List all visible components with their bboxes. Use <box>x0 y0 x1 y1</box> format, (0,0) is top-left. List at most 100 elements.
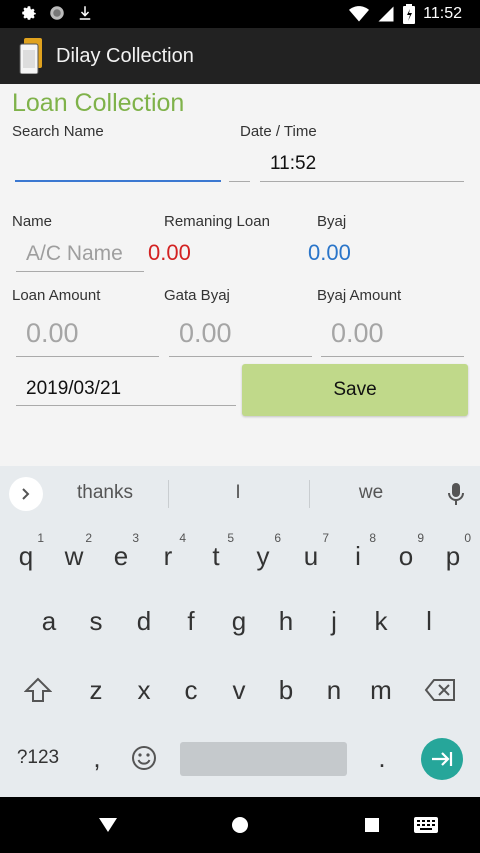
loan-amount-input[interactable]: 0.00 <box>16 312 159 357</box>
navigation-bar <box>0 797 480 853</box>
loan-collection-form: Loan Collection Search Name Date / Time … <box>0 84 480 466</box>
key-h[interactable]: h <box>262 593 310 649</box>
status-time: 11:52 <box>423 5 462 22</box>
key-i[interactable]: i8 <box>334 528 382 584</box>
app-logo-icon <box>19 38 42 74</box>
key-m[interactable]: m <box>357 662 405 718</box>
loan-amount-placeholder: 0.00 <box>26 318 79 348</box>
dropdown-field[interactable] <box>229 148 250 182</box>
enter-key[interactable] <box>421 738 463 780</box>
battery-icon <box>403 4 416 24</box>
emoji-key[interactable] <box>120 730 168 786</box>
key-label: t <box>212 541 220 571</box>
key-hint: 1 <box>37 531 44 545</box>
key-v[interactable]: v <box>215 662 263 718</box>
save-button[interactable]: Save <box>242 364 468 416</box>
key-hint: 0 <box>464 531 471 545</box>
gata-byaj-input[interactable]: 0.00 <box>169 312 312 357</box>
settings-icon <box>22 6 36 20</box>
key-r[interactable]: r4 <box>144 528 192 584</box>
home-icon <box>232 817 248 833</box>
key-d[interactable]: d <box>120 593 168 649</box>
circle-icon <box>50 6 64 20</box>
chevron-right-icon[interactable] <box>9 477 43 511</box>
key-k[interactable]: k <box>357 593 405 649</box>
key-label: q <box>18 541 34 571</box>
key-hint: 5 <box>227 531 234 545</box>
emoji-icon <box>132 746 156 770</box>
key-q[interactable]: q1 <box>2 528 50 584</box>
search-name-label: Search Name <box>12 123 104 140</box>
gata-byaj-placeholder: 0.00 <box>179 318 232 348</box>
date-field[interactable]: 2019/03/21 <box>16 372 236 406</box>
backspace-key[interactable] <box>416 662 464 718</box>
key-w[interactable]: w2 <box>50 528 98 584</box>
suggestion-strip: thanks I we <box>0 466 480 520</box>
time-field[interactable]: 11:52 <box>260 148 464 182</box>
remaining-loan-label: Remaning Loan <box>164 213 270 230</box>
key-g[interactable]: g <box>215 593 263 649</box>
key-f[interactable]: f <box>167 593 215 649</box>
keyboard-switch-button[interactable] <box>412 811 440 839</box>
recents-icon <box>365 818 379 832</box>
key-hint: 2 <box>85 531 92 545</box>
key-o[interactable]: o9 <box>382 528 430 584</box>
byaj-amount-input[interactable]: 0.00 <box>321 312 464 357</box>
period-key[interactable]: . <box>358 730 406 786</box>
keyboard-icon <box>414 817 438 833</box>
key-l[interactable]: l <box>405 593 453 649</box>
key-hint: 7 <box>322 531 329 545</box>
comma-key[interactable]: , <box>73 730 121 786</box>
suggestion-1[interactable]: thanks <box>45 482 165 504</box>
remaining-loan-value: 0.00 <box>148 240 191 265</box>
loan-amount-label: Loan Amount <box>12 287 101 304</box>
spacebar[interactable] <box>180 742 347 776</box>
key-c[interactable]: c <box>167 662 215 718</box>
app-bar: Dilay Collection <box>0 28 480 84</box>
shift-key[interactable] <box>14 662 62 718</box>
date-value: 2019/03/21 <box>26 378 122 399</box>
shift-icon <box>23 677 53 702</box>
key-label: e <box>113 541 129 571</box>
key-z[interactable]: z <box>72 662 120 718</box>
key-x[interactable]: x <box>120 662 168 718</box>
key-e[interactable]: e3 <box>97 528 145 584</box>
search-name-input[interactable] <box>15 148 221 182</box>
signal-icon <box>378 6 394 22</box>
key-y[interactable]: y6 <box>239 528 287 584</box>
recents-button[interactable] <box>358 811 386 839</box>
byaj-value: 0.00 <box>308 240 351 265</box>
home-button[interactable] <box>226 811 254 839</box>
mic-icon[interactable] <box>447 482 465 506</box>
key-hint: 6 <box>274 531 281 545</box>
key-label: i <box>355 541 361 571</box>
back-icon <box>99 818 117 832</box>
suggestion-3[interactable]: we <box>311 482 431 504</box>
key-b[interactable]: b <box>262 662 310 718</box>
key-n[interactable]: n <box>310 662 358 718</box>
page-title: Loan Collection <box>12 89 185 117</box>
key-u[interactable]: u7 <box>287 528 335 584</box>
backspace-icon <box>424 679 455 701</box>
download-icon <box>79 6 91 20</box>
key-hint: 4 <box>179 531 186 545</box>
back-button[interactable] <box>94 811 122 839</box>
name-label: Name <box>12 213 53 230</box>
symbols-key[interactable]: ?123 <box>8 730 68 786</box>
key-label: o <box>398 541 414 571</box>
divider <box>168 480 169 508</box>
key-a[interactable]: a <box>25 593 73 649</box>
enter-icon <box>432 752 453 766</box>
date-time-label: Date / Time <box>240 123 317 140</box>
key-s[interactable]: s <box>72 593 120 649</box>
key-label: y <box>256 541 270 571</box>
key-j[interactable]: j <box>310 593 358 649</box>
name-input[interactable]: A/C Name <box>16 236 144 272</box>
time-value: 11:52 <box>270 153 317 174</box>
key-label: w <box>64 541 84 571</box>
key-t[interactable]: t5 <box>192 528 240 584</box>
key-p[interactable]: p0 <box>429 528 477 584</box>
app-title: Dilay Collection <box>56 45 194 67</box>
suggestion-2[interactable]: I <box>178 482 298 504</box>
byaj-amount-placeholder: 0.00 <box>331 318 384 348</box>
